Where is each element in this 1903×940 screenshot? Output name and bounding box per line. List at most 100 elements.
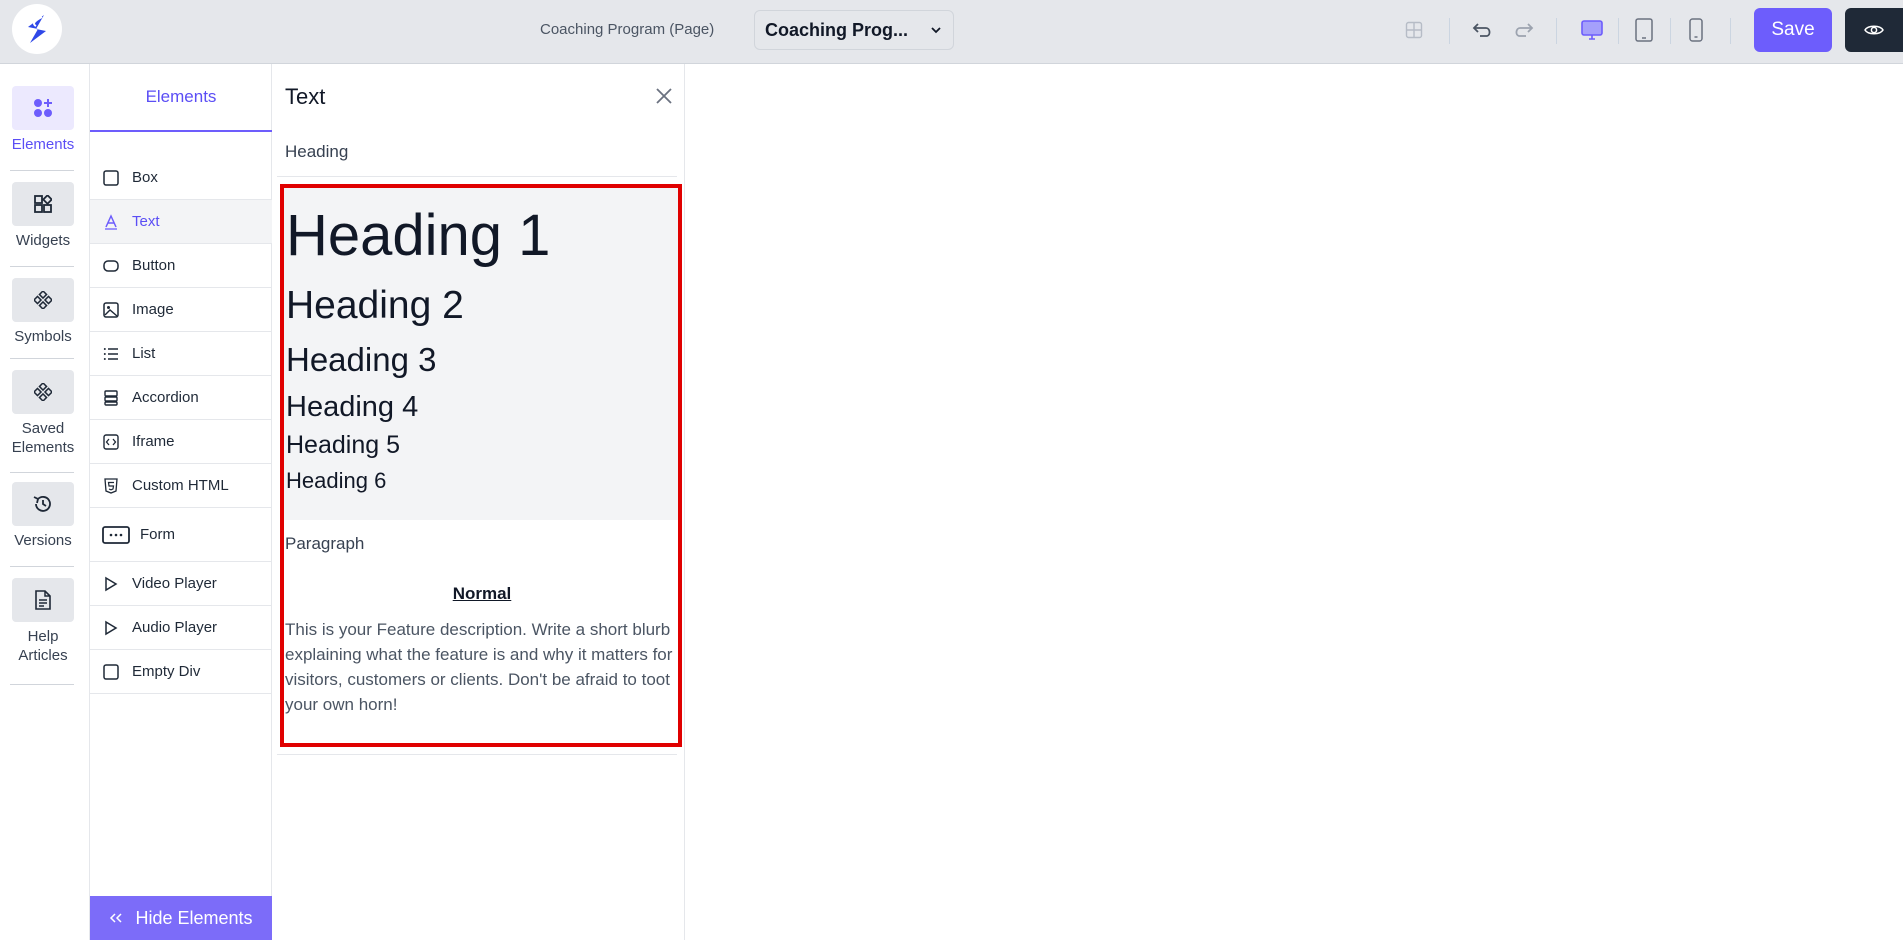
element-item-list[interactable]: List — [90, 332, 272, 376]
rail-item-label: Widgets — [15, 232, 71, 249]
logo[interactable] — [12, 4, 62, 54]
element-item-label: Audio Player — [132, 619, 218, 636]
rail-item-symbols[interactable]: Symbols — [0, 278, 86, 346]
grid-toggle-button[interactable] — [1400, 16, 1428, 44]
text-icon — [102, 213, 120, 231]
button-icon — [102, 257, 120, 275]
rail-icon-box — [12, 278, 74, 322]
redo-icon — [1515, 23, 1534, 37]
divider — [277, 176, 677, 177]
rail-item-label: Versions — [14, 532, 72, 549]
section-label-heading: Heading — [285, 142, 349, 161]
rail-divider — [10, 472, 74, 473]
undo-icon — [1472, 23, 1491, 37]
element-item-label: Button — [132, 257, 176, 274]
element-item-accordion[interactable]: Accordion — [90, 376, 272, 420]
toolbar-divider — [1730, 18, 1731, 44]
toolbar-divider — [1670, 18, 1671, 44]
page-select[interactable]: Coaching Prog... — [754, 10, 954, 50]
logo-icon — [28, 15, 46, 43]
symbols-icon — [34, 291, 52, 309]
rail-item-widgets[interactable]: Widgets — [0, 182, 86, 250]
rail-item-label: Symbols — [14, 328, 72, 345]
chevron-down-icon — [931, 27, 941, 34]
play-icon — [102, 575, 120, 593]
widgets-icon — [34, 195, 52, 213]
chevrons-left-icon — [110, 913, 122, 923]
list-icon — [102, 345, 120, 363]
rail-item-elements[interactable]: Elements — [0, 86, 86, 154]
left-rail: Elements Widgets Symbols Saved Elements … — [0, 64, 90, 940]
element-item-image[interactable]: Image — [90, 288, 272, 332]
element-item-form[interactable]: Form — [90, 508, 272, 562]
accordion-icon — [102, 389, 120, 407]
rail-icon-box — [12, 182, 74, 226]
box-icon — [102, 663, 120, 681]
element-item-label: Box — [132, 169, 158, 186]
element-item-label: Custom HTML — [132, 477, 229, 494]
play-icon — [102, 619, 120, 637]
rail-divider — [10, 684, 74, 685]
element-item-button[interactable]: Button — [90, 244, 272, 288]
element-item-label: Empty Div — [132, 663, 201, 680]
html5-icon — [102, 477, 120, 495]
element-item-video-player[interactable]: Video Player — [90, 562, 272, 606]
history-icon — [33, 496, 51, 512]
rail-item-saved-elements[interactable]: Saved Elements — [0, 370, 86, 457]
element-item-iframe[interactable]: Iframe — [90, 420, 272, 464]
mobile-view-button[interactable] — [1682, 16, 1710, 44]
rail-item-versions[interactable]: Versions — [0, 482, 86, 550]
rail-icon-box — [12, 86, 74, 130]
toolbar-divider — [1618, 18, 1619, 44]
mobile-icon — [1689, 18, 1703, 42]
toolbar-divider — [1556, 18, 1557, 44]
element-item-box[interactable]: Box — [90, 156, 272, 200]
box-icon — [102, 169, 120, 187]
hide-elements-button[interactable]: Hide Elements — [90, 896, 272, 940]
element-item-label: Text — [132, 213, 160, 230]
grid-icon — [1405, 21, 1423, 39]
rail-item-label: Help Articles — [18, 628, 68, 664]
editor-canvas[interactable] — [685, 64, 1903, 940]
tablet-view-button[interactable] — [1630, 16, 1658, 44]
preview-button[interactable] — [1845, 8, 1903, 52]
element-item-label: Video Player — [132, 575, 217, 592]
save-button[interactable]: Save — [1754, 8, 1832, 52]
rail-divider — [10, 566, 74, 567]
element-item-empty-div[interactable]: Empty Div — [90, 650, 272, 694]
hide-elements-label: Hide Elements — [135, 907, 253, 928]
rail-divider — [10, 358, 74, 359]
top-bar: Coaching Program (Page) Coaching Prog... — [0, 0, 1903, 64]
rail-item-label: Saved Elements — [11, 420, 75, 456]
toolbar-divider — [1449, 18, 1450, 44]
element-item-label: Iframe — [132, 433, 175, 450]
element-item-audio-player[interactable]: Audio Player — [90, 606, 272, 650]
desktop-icon — [1581, 20, 1603, 40]
desktop-view-button[interactable] — [1578, 16, 1606, 44]
tablet-icon — [1635, 18, 1653, 42]
rail-divider — [10, 266, 74, 267]
element-item-custom-html[interactable]: Custom HTML — [90, 464, 272, 508]
rail-icon-box — [12, 370, 74, 414]
page-select-value: Coaching Prog... — [765, 19, 909, 40]
elements-tab[interactable]: Elements — [90, 64, 272, 132]
text-panel: Text Heading Heading 1 Heading 2 Heading… — [272, 64, 685, 940]
document-icon — [35, 590, 51, 610]
elements-icon — [34, 99, 52, 117]
eye-icon — [1864, 25, 1884, 35]
rail-icon-box — [12, 482, 74, 526]
rail-icon-box — [12, 578, 74, 622]
element-item-label: Form — [140, 526, 175, 543]
element-item-label: Image — [132, 301, 174, 318]
iframe-icon — [102, 433, 120, 451]
redo-button[interactable] — [1509, 16, 1537, 44]
element-item-text[interactable]: Text — [90, 200, 272, 244]
element-item-label: List — [132, 345, 156, 362]
rail-item-label: Elements — [11, 136, 75, 153]
saved-elements-icon — [34, 383, 52, 401]
close-button[interactable] — [654, 86, 674, 106]
rail-item-help-articles[interactable]: Help Articles — [0, 578, 86, 665]
form-icon — [102, 525, 130, 544]
undo-button[interactable] — [1469, 16, 1497, 44]
rail-divider — [10, 170, 74, 171]
